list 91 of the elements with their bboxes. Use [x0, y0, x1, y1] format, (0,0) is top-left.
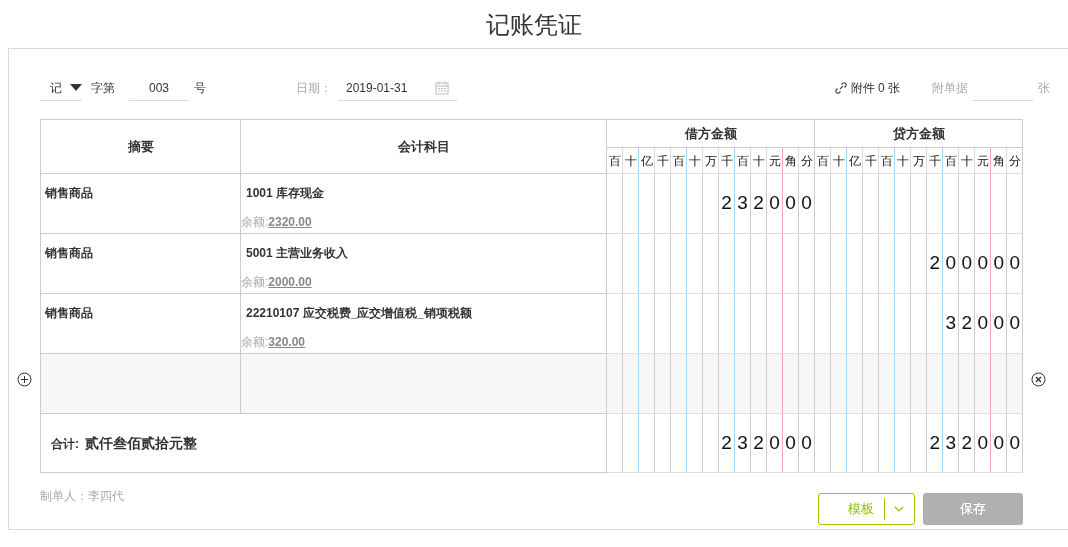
- account-cell[interactable]: [240, 353, 607, 414]
- unit-label: 百: [670, 147, 687, 174]
- calendar-icon[interactable]: [435, 80, 449, 95]
- amount-digit: 0: [1006, 233, 1023, 294]
- unit-label: 十: [750, 147, 767, 174]
- unit-label: 亿: [846, 147, 863, 174]
- amount-digit: 0: [1006, 293, 1023, 354]
- amount-digit: 2: [926, 233, 943, 294]
- unit-label: 角: [990, 147, 1007, 174]
- date-label: 日期：: [296, 80, 332, 97]
- unit-label: 百: [606, 147, 623, 174]
- unit-label: 十: [622, 147, 639, 174]
- receipts-unit: 张: [1038, 80, 1050, 97]
- unit-label: 千: [862, 147, 879, 174]
- unit-label: 分: [1006, 147, 1023, 174]
- amount-digit: 3: [942, 293, 959, 354]
- summary-cell[interactable]: 销售商品: [40, 173, 241, 234]
- receipts-label: 附单据: [932, 80, 968, 97]
- unit-label: 十: [686, 147, 703, 174]
- number-suffix: 号: [194, 80, 206, 97]
- balance-label: 余额:: [241, 275, 269, 289]
- unit-label: 万: [910, 147, 927, 174]
- balance-label: 余额:: [241, 335, 269, 349]
- unit-label: 百: [734, 147, 751, 174]
- unit-label: 百: [814, 147, 831, 174]
- total-label: 合计:: [51, 436, 79, 451]
- account-name[interactable]: 22210107 应交税费_应交增值税_销项税额: [245, 304, 602, 322]
- delete-row-icon[interactable]: [1031, 372, 1046, 387]
- amount-digit: 0: [782, 173, 799, 234]
- amount-digit: 0: [990, 413, 1007, 473]
- attachments-link[interactable]: 附件 0 张: [850, 79, 900, 97]
- amount-digit: 3: [734, 173, 751, 234]
- amount-digit: 2: [958, 413, 975, 473]
- unit-label: 亿: [638, 147, 655, 174]
- account-name[interactable]: 5001 主营业务收入: [245, 244, 602, 262]
- unit-label: 百: [942, 147, 959, 174]
- unit-label: 十: [894, 147, 911, 174]
- voucher-word-select[interactable]: 记: [40, 75, 82, 101]
- amount-digit: 2: [750, 173, 767, 234]
- amount-digit: 0: [990, 293, 1007, 354]
- unit-label: 万: [702, 147, 719, 174]
- account-header: 会计科目: [240, 119, 607, 174]
- summary-header: 摘要: [40, 119, 241, 174]
- maker-text: 制单人：李四代: [40, 488, 124, 505]
- unit-label: 千: [926, 147, 943, 174]
- amount-digit: 2: [718, 173, 735, 234]
- unit-label: 百: [878, 147, 895, 174]
- amount-digit: 0: [942, 233, 959, 294]
- unit-label: 角: [782, 147, 799, 174]
- amount-digit: 2: [926, 413, 943, 473]
- chevron-down-icon[interactable]: [894, 506, 904, 512]
- caret-icon[interactable]: [70, 84, 82, 91]
- unit-label: 元: [766, 147, 783, 174]
- amount-digit: 0: [782, 413, 799, 473]
- page-title: 记账凭证: [485, 10, 583, 40]
- amount-digit: 0: [990, 233, 1007, 294]
- number-field[interactable]: 003: [129, 75, 189, 101]
- amount-digit: 0: [798, 173, 815, 234]
- amount-digit: 2: [958, 293, 975, 354]
- date-field[interactable]: 2019-01-31: [338, 75, 457, 101]
- unit-label: 十: [830, 147, 847, 174]
- amount-digit: 0: [766, 413, 783, 473]
- unit-label: 千: [654, 147, 671, 174]
- amount-digit: 0: [974, 233, 991, 294]
- total-in-words: 贰仟叁佰贰拾元整: [85, 434, 197, 451]
- account-name[interactable]: 1001 库存现金: [245, 184, 602, 202]
- credit-header: 贷方金额: [814, 119, 1023, 148]
- amount-digit: 0: [974, 293, 991, 354]
- amount-digit: 2: [750, 413, 767, 473]
- amount-digit: 3: [942, 413, 959, 473]
- unit-label: 分: [798, 147, 815, 174]
- unit-label: 十: [958, 147, 975, 174]
- balance-link[interactable]: 320.00: [268, 335, 306, 349]
- word-label: 字第: [91, 80, 115, 97]
- amount-digit: 3: [734, 413, 751, 473]
- summary-cell[interactable]: [40, 353, 241, 414]
- amount-digit: 2: [718, 413, 735, 473]
- amount-digit: 0: [798, 413, 815, 473]
- amount-digit: 0: [1006, 413, 1023, 473]
- unit-label: 千: [718, 147, 735, 174]
- debit-header: 借方金额: [606, 119, 815, 148]
- summary-cell[interactable]: 销售商品: [40, 233, 241, 294]
- balance-label: 余额:: [241, 215, 269, 229]
- balance-link[interactable]: 2000.00: [268, 275, 312, 289]
- amount-digit: 0: [766, 173, 783, 234]
- add-row-icon[interactable]: [17, 372, 32, 387]
- summary-cell[interactable]: 销售商品: [40, 293, 241, 354]
- balance-link[interactable]: 2320.00: [268, 215, 312, 229]
- unit-label: 元: [974, 147, 991, 174]
- amount-digit: 0: [958, 233, 975, 294]
- amount-digit: 0: [974, 413, 991, 473]
